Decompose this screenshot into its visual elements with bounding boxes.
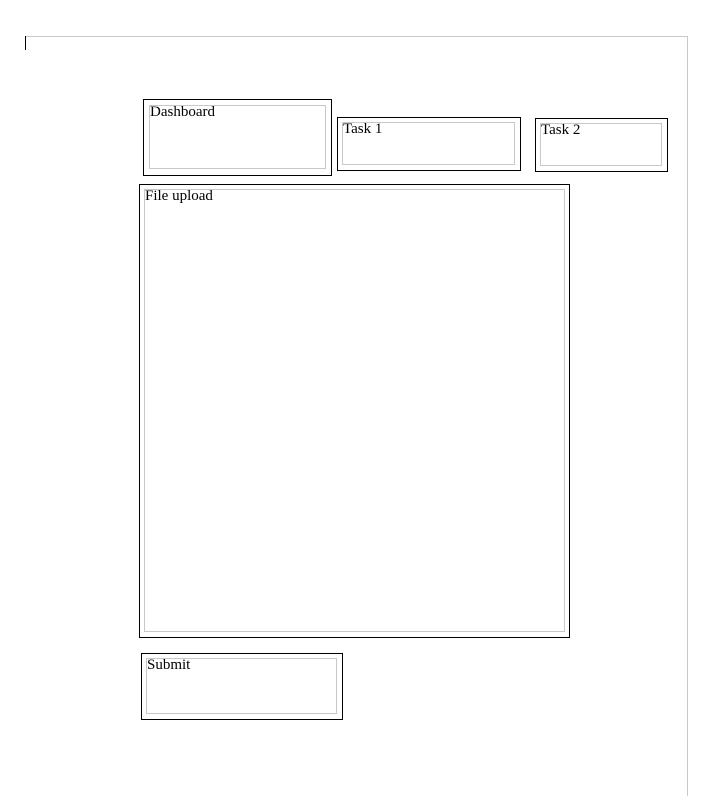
dashboard-label: Dashboard: [150, 104, 215, 120]
file-upload-dropzone[interactable]: File upload: [139, 184, 570, 638]
task-2-panel-inner[interactable]: Task 2: [540, 122, 662, 166]
submit-button[interactable]: Submit: [141, 653, 343, 720]
submit-button-inner[interactable]: Submit: [146, 657, 337, 714]
task-2-panel[interactable]: Task 2: [535, 118, 668, 172]
task-1-panel-inner[interactable]: Task 1: [342, 121, 515, 165]
frame-corner-mark: [25, 36, 26, 50]
dashboard-panel-inner[interactable]: Dashboard: [149, 104, 326, 169]
dashboard-panel[interactable]: Dashboard: [143, 99, 332, 176]
file-upload-label: File upload: [145, 188, 213, 204]
task-1-panel[interactable]: Task 1: [337, 117, 521, 171]
submit-label: Submit: [147, 657, 191, 673]
file-upload-dropzone-inner[interactable]: File upload: [144, 188, 565, 632]
task-2-label: Task 2: [541, 122, 581, 138]
task-1-label: Task 1: [343, 121, 383, 137]
